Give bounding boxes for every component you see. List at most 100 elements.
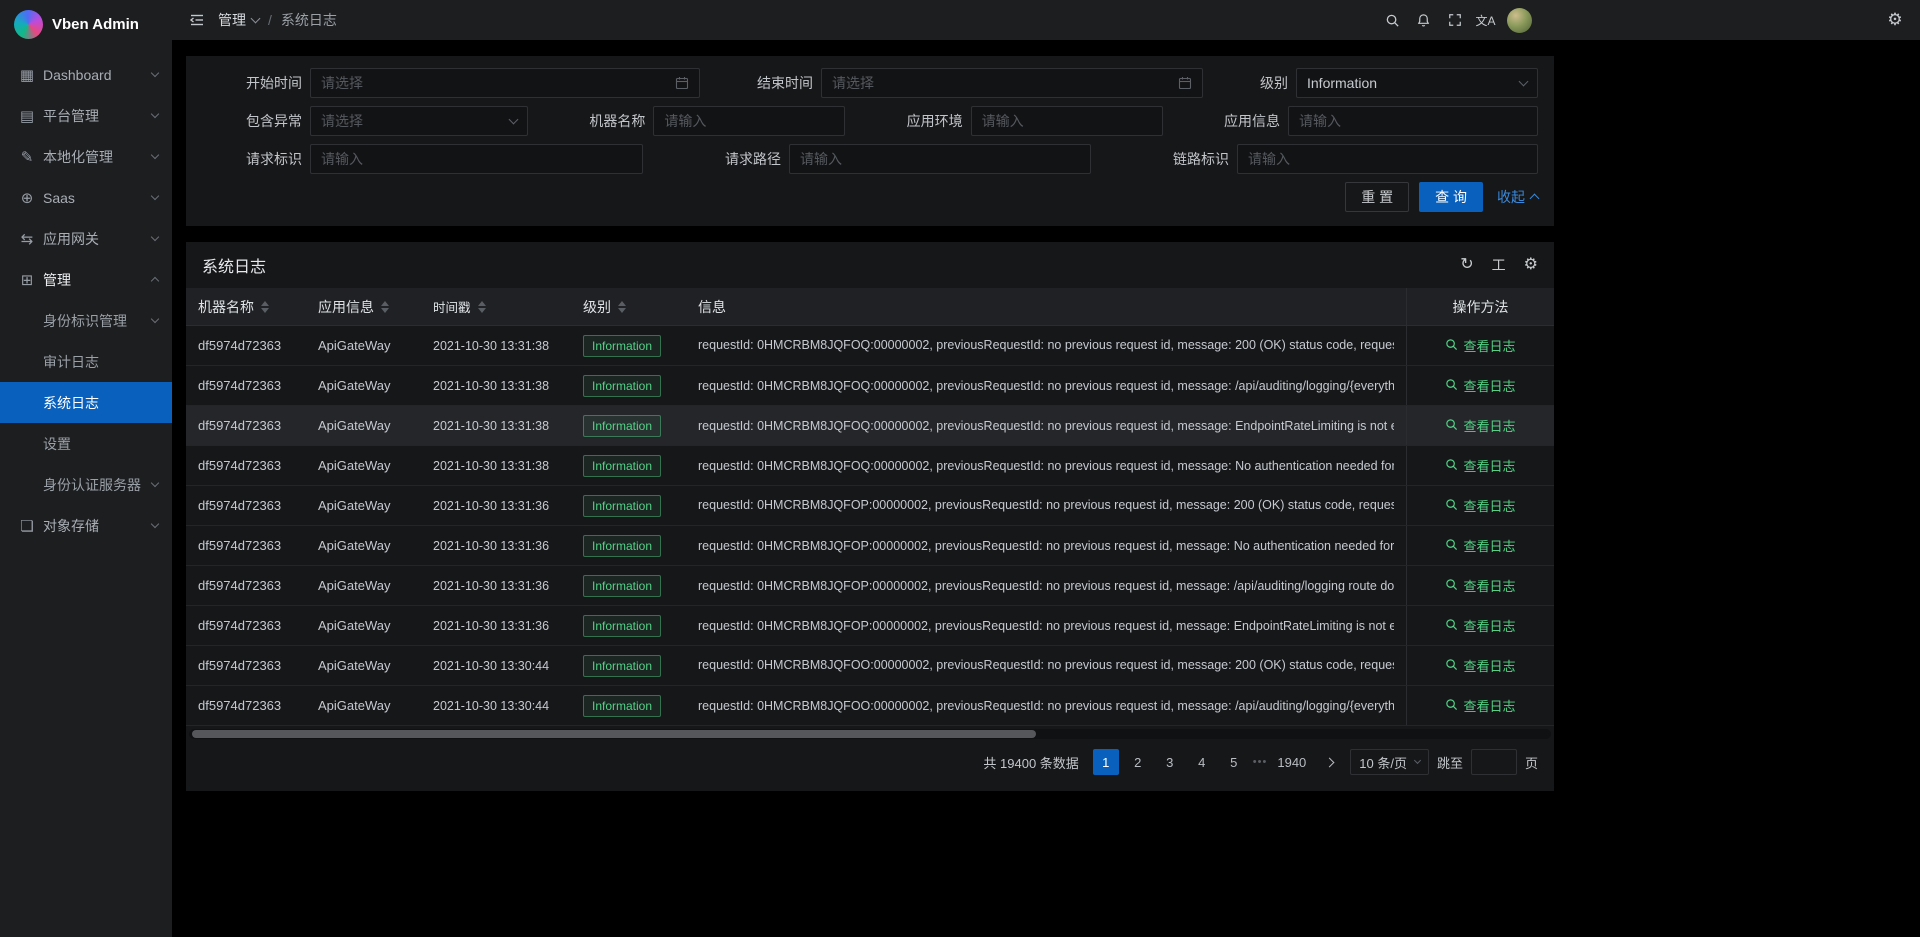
filter-input-2-3[interactable] xyxy=(971,106,1163,136)
view-log-link[interactable]: 查看日志 xyxy=(1445,536,1515,555)
table-row: df5974d72363ApiGateWay2021-10-30 13:31:3… xyxy=(186,326,1554,366)
view-log-label: 查看日志 xyxy=(1463,536,1515,555)
filter-input-2-4[interactable] xyxy=(1288,106,1538,136)
pagination-page-4[interactable]: 4 xyxy=(1189,749,1215,775)
sidebar-item[interactable]: ▤平台管理 xyxy=(0,95,172,136)
sidebar-item[interactable]: ⇆应用网关 xyxy=(0,218,172,259)
sidebar-item[interactable]: ❏对象存储 xyxy=(0,505,172,546)
level-badge: Information xyxy=(583,335,661,357)
chevron-right-icon xyxy=(1324,757,1334,767)
jump-page-input[interactable] xyxy=(1471,749,1517,775)
breadcrumb-separator: / xyxy=(268,12,272,28)
sidebar-item[interactable]: ⊞管理 xyxy=(0,259,172,300)
logo[interactable]: Vben Admin xyxy=(0,0,172,48)
breadcrumb-current: 系统日志 xyxy=(281,10,337,30)
chevron-up-icon xyxy=(1530,194,1540,204)
next-page-button[interactable] xyxy=(1316,749,1342,775)
column-header-2[interactable]: 应用信息 xyxy=(306,288,421,325)
column-header-1[interactable]: 机器名称 xyxy=(186,288,306,325)
sidebar-item-label: 本地化管理 xyxy=(43,147,113,167)
view-log-label: 查看日志 xyxy=(1463,376,1515,395)
pagination-page-5[interactable]: 5 xyxy=(1221,749,1247,775)
filter-select-1-3[interactable]: Information xyxy=(1296,68,1538,98)
locale-button[interactable]: 文A xyxy=(1470,0,1501,40)
submenu-item[interactable]: 审计日志 xyxy=(0,341,172,382)
submenu-item-label: 身份认证服务器 xyxy=(43,475,141,495)
filter-input-3-3[interactable] xyxy=(1237,144,1538,174)
admin-icon: ⊞ xyxy=(18,271,36,289)
collapse-link[interactable]: 收起 xyxy=(1497,187,1538,207)
cell-level: Information xyxy=(571,566,686,605)
cell-timestamp: 2021-10-30 13:30:44 xyxy=(421,686,571,725)
view-log-link[interactable]: 查看日志 xyxy=(1445,656,1515,675)
filter-input-2-2[interactable] xyxy=(653,106,845,136)
table-row: df5974d72363ApiGateWay2021-10-30 13:31:3… xyxy=(186,406,1554,446)
cell-app-info: ApiGateWay xyxy=(306,486,421,525)
table-row: df5974d72363ApiGateWay2021-10-30 13:30:4… xyxy=(186,646,1554,686)
column-header-4[interactable]: 级别 xyxy=(571,288,686,325)
filter-field-label: 开始时间 xyxy=(246,73,310,93)
pagination-page-2[interactable]: 2 xyxy=(1125,749,1151,775)
horizontal-scrollbar[interactable] xyxy=(189,729,1551,739)
sidebar: Vben Admin ▦Dashboard▤平台管理✎本地化管理⊕Saas⇆应用… xyxy=(0,0,172,937)
submenu-item[interactable]: 身份认证服务器 xyxy=(0,464,172,505)
fullscreen-button[interactable] xyxy=(1439,0,1470,40)
sidebar-item[interactable]: ⊕Saas xyxy=(0,177,172,218)
cell-machine-name: df5974d72363 xyxy=(186,606,306,645)
view-log-link[interactable]: 查看日志 xyxy=(1445,376,1515,395)
chevron-down-icon xyxy=(1414,757,1421,764)
menu-fold-button[interactable] xyxy=(184,0,210,40)
view-log-label: 查看日志 xyxy=(1463,416,1515,435)
filter-date-1-1[interactable]: 请选择 xyxy=(310,68,700,98)
view-log-link[interactable]: 查看日志 xyxy=(1445,616,1515,635)
pagination-ellipsis[interactable]: ••• xyxy=(1253,756,1268,768)
submenu-item[interactable]: 系统日志 xyxy=(0,382,172,423)
table-title: 系统日志 xyxy=(202,253,266,277)
view-log-link[interactable]: 查看日志 xyxy=(1445,496,1515,515)
pagination-page-1[interactable]: 1 xyxy=(1093,749,1119,775)
view-log-link[interactable]: 查看日志 xyxy=(1445,336,1515,355)
level-badge: Information xyxy=(583,695,661,717)
platform-icon: ▤ xyxy=(18,107,36,125)
cell-timestamp: 2021-10-30 13:30:44 xyxy=(421,646,571,685)
search-button-form[interactable]: 查 询 xyxy=(1419,182,1483,212)
column-header-3[interactable]: 时间戳 xyxy=(421,288,571,325)
filter-input-3-2[interactable] xyxy=(789,144,1091,174)
refresh-icon[interactable]: ↻ xyxy=(1460,257,1473,273)
reset-button[interactable]: 重 置 xyxy=(1345,182,1409,212)
view-log-link[interactable]: 查看日志 xyxy=(1445,456,1515,475)
sidebar-item[interactable]: ✎本地化管理 xyxy=(0,136,172,177)
pagination-page-1940[interactable]: 1940 xyxy=(1273,749,1310,775)
filter-select-2-1[interactable]: 请选择 xyxy=(310,106,528,136)
cell-app-info: ApiGateWay xyxy=(306,566,421,605)
filter-input-3-1[interactable] xyxy=(310,144,643,174)
cell-timestamp: 2021-10-30 13:31:36 xyxy=(421,606,571,645)
pagination-page-3[interactable]: 3 xyxy=(1157,749,1183,775)
submenu-item[interactable]: 设置 xyxy=(0,423,172,464)
view-log-label: 查看日志 xyxy=(1463,576,1515,595)
row-height-icon[interactable]: 工 xyxy=(1492,258,1506,272)
table-row: df5974d72363ApiGateWay2021-10-30 13:31:3… xyxy=(186,486,1554,526)
settings-drawer-button[interactable]: ⚙ xyxy=(1880,0,1910,40)
filter-date-1-2[interactable]: 请选择 xyxy=(821,68,1203,98)
table-row: df5974d72363ApiGateWay2021-10-30 13:31:3… xyxy=(186,606,1554,646)
cell-timestamp: 2021-10-30 13:31:38 xyxy=(421,446,571,485)
cell-message: requestId: 0HMCRBM8JQFOP:00000002, previ… xyxy=(686,606,1406,645)
sidebar-item[interactable]: ▦Dashboard xyxy=(0,54,172,95)
saas-icon: ⊕ xyxy=(18,189,36,207)
notifications-button[interactable] xyxy=(1408,0,1439,40)
cell-message: requestId: 0HMCRBM8JQFOP:00000002, previ… xyxy=(686,486,1406,525)
cell-app-info: ApiGateWay xyxy=(306,446,421,485)
scrollbar-thumb[interactable] xyxy=(192,730,1036,738)
view-log-link[interactable]: 查看日志 xyxy=(1445,416,1515,435)
avatar[interactable] xyxy=(1507,8,1532,33)
cell-actions: 查看日志 xyxy=(1406,326,1554,365)
view-log-link[interactable]: 查看日志 xyxy=(1445,696,1515,715)
page-size-select[interactable]: 10 条/页 xyxy=(1350,749,1429,775)
view-log-link[interactable]: 查看日志 xyxy=(1445,576,1515,595)
breadcrumb-item-admin[interactable]: 管理 xyxy=(218,10,259,30)
column-settings-icon[interactable]: ⚙ xyxy=(1524,257,1538,273)
filter-field-label: 机器名称 xyxy=(589,111,653,131)
submenu-item[interactable]: 身份标识管理 xyxy=(0,300,172,341)
search-button[interactable] xyxy=(1377,0,1408,40)
